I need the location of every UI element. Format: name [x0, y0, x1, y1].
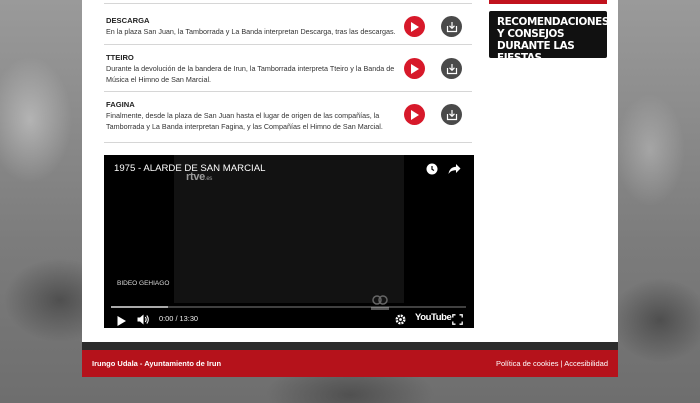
play-audio-button[interactable]: [404, 58, 425, 79]
list-item-fagina: FAGINA Finalmente, desde la plaza de San…: [104, 92, 472, 143]
sidebar-top-accent: [489, 0, 607, 4]
footer: Irungo Udala - Ayuntamiento de Irun Polí…: [82, 350, 618, 377]
share-icon: [448, 164, 461, 174]
channel-watermark-icon: [371, 295, 389, 310]
item-description: En la plaza San Juan, la Tamborrada y La…: [106, 27, 396, 36]
mute-button[interactable]: [137, 312, 150, 330]
settings-button[interactable]: [395, 312, 406, 330]
video-progress-bar[interactable]: [111, 306, 466, 308]
more-videos-label[interactable]: BIDEO GEHIAGO: [117, 280, 169, 287]
video-player[interactable]: 1975 - ALARDE DE SAN MARCIAL rtve.es BID…: [104, 155, 474, 328]
item-description: Finalmente, desde la plaza de San Juan h…: [106, 111, 383, 131]
clock-icon: [426, 163, 438, 175]
watch-later-button[interactable]: [426, 162, 438, 180]
channel-logo: rtve.es: [186, 171, 213, 183]
download-button[interactable]: [441, 58, 462, 79]
download-icon: [446, 21, 457, 32]
download-icon: [446, 109, 457, 120]
list-item-tteiro: TTEIRO Durante la devolución de la bande…: [104, 45, 472, 92]
footer-links: Política de cookies | Accesibilidad: [496, 359, 608, 368]
item-description: Durante la devolución de la bandera de I…: [106, 64, 395, 84]
item-title: FAGINA: [106, 100, 135, 109]
share-button[interactable]: [448, 162, 461, 180]
play-icon: [117, 316, 126, 326]
download-button[interactable]: [441, 104, 462, 125]
footer-organization: Irungo Udala - Ayuntamiento de Irun: [92, 359, 222, 368]
accessibility-link[interactable]: Accesibilidad: [564, 359, 608, 368]
footer-top-strip: [82, 342, 618, 350]
download-icon: [446, 63, 457, 74]
time-display: 0:00 / 13:30: [159, 314, 199, 323]
recommendations-label: RECOMENDACIONES Y CONSEJOS DURANTE LAS F…: [497, 16, 609, 64]
download-button[interactable]: [441, 16, 462, 37]
play-button[interactable]: [117, 313, 126, 331]
youtube-logo-button[interactable]: YouTube: [415, 312, 452, 323]
progress-buffered: [111, 306, 168, 308]
volume-icon: [137, 314, 149, 325]
fullscreen-button[interactable]: [452, 312, 463, 330]
item-title: TTEIRO: [106, 53, 134, 62]
play-icon: [411, 63, 419, 74]
item-title: DESCARGA: [106, 16, 150, 25]
recommendations-link[interactable]: RECOMENDACIONES Y CONSEJOS DURANTE LAS F…: [489, 11, 609, 64]
settings-icon: [395, 314, 406, 325]
cookies-policy-link[interactable]: Política de cookies: [496, 359, 559, 368]
play-audio-button[interactable]: [404, 16, 425, 37]
fullscreen-icon: [452, 314, 463, 325]
play-audio-button[interactable]: [404, 104, 425, 125]
list-item-descarga: DESCARGA En la plaza San Juan, la Tambor…: [104, 4, 472, 45]
play-icon: [411, 109, 419, 120]
play-icon: [411, 21, 419, 32]
